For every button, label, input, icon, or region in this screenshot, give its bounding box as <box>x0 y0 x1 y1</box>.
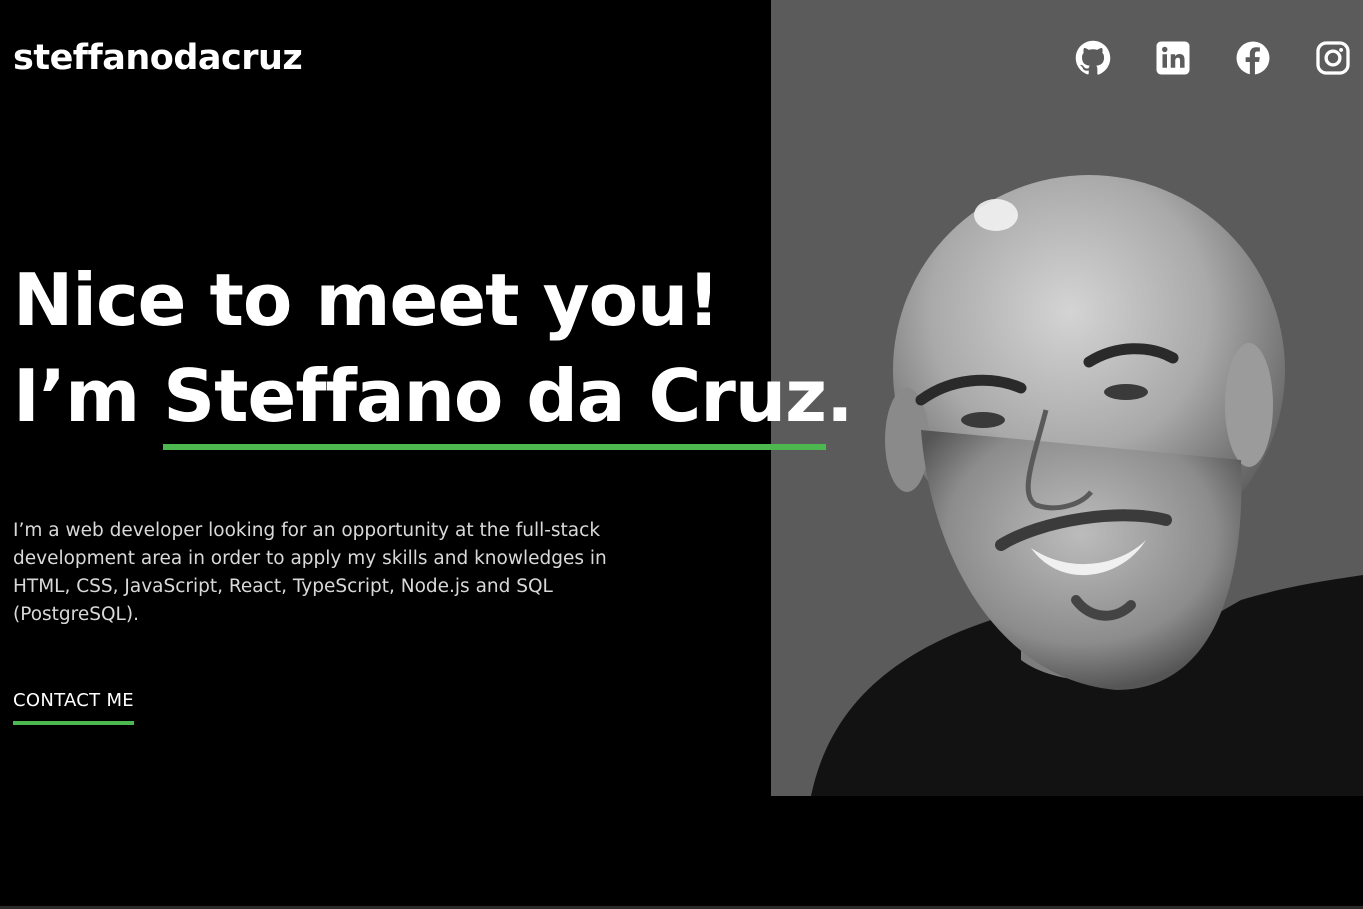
site-logo[interactable]: steffanodacruz <box>13 38 303 78</box>
portrait-photo <box>811 175 1363 796</box>
name-text: Steffano da Cruz <box>163 354 827 438</box>
intro-paragraph: I’m a web developer looking for an oppor… <box>13 519 607 625</box>
linkedin-icon <box>1156 41 1190 75</box>
hero-page: steffanodacruz Nice to meet you! I’m Ste… <box>0 0 1363 909</box>
name-line: I’m Steffano da Cruz. <box>13 348 853 450</box>
facebook-link[interactable] <box>1235 38 1271 78</box>
linkedin-link[interactable] <box>1155 38 1191 78</box>
name-highlight: Steffano da Cruz <box>163 348 827 450</box>
github-link[interactable] <box>1075 38 1111 78</box>
im-prefix: I’m <box>13 354 164 438</box>
profile-photo <box>771 0 1363 796</box>
github-icon <box>1075 40 1111 75</box>
instagram-icon <box>1316 41 1350 75</box>
greeting-line: Nice to meet you! <box>13 258 720 342</box>
social-links <box>1075 38 1351 78</box>
name-underline <box>163 444 827 450</box>
hero-headline: Nice to meet you! I’m Steffano da Cruz. <box>13 252 853 450</box>
instagram-link[interactable] <box>1315 38 1351 78</box>
name-suffix: . <box>826 354 853 438</box>
contact-me-button[interactable]: CONTACT ME <box>13 690 134 725</box>
facebook-icon <box>1236 41 1270 75</box>
